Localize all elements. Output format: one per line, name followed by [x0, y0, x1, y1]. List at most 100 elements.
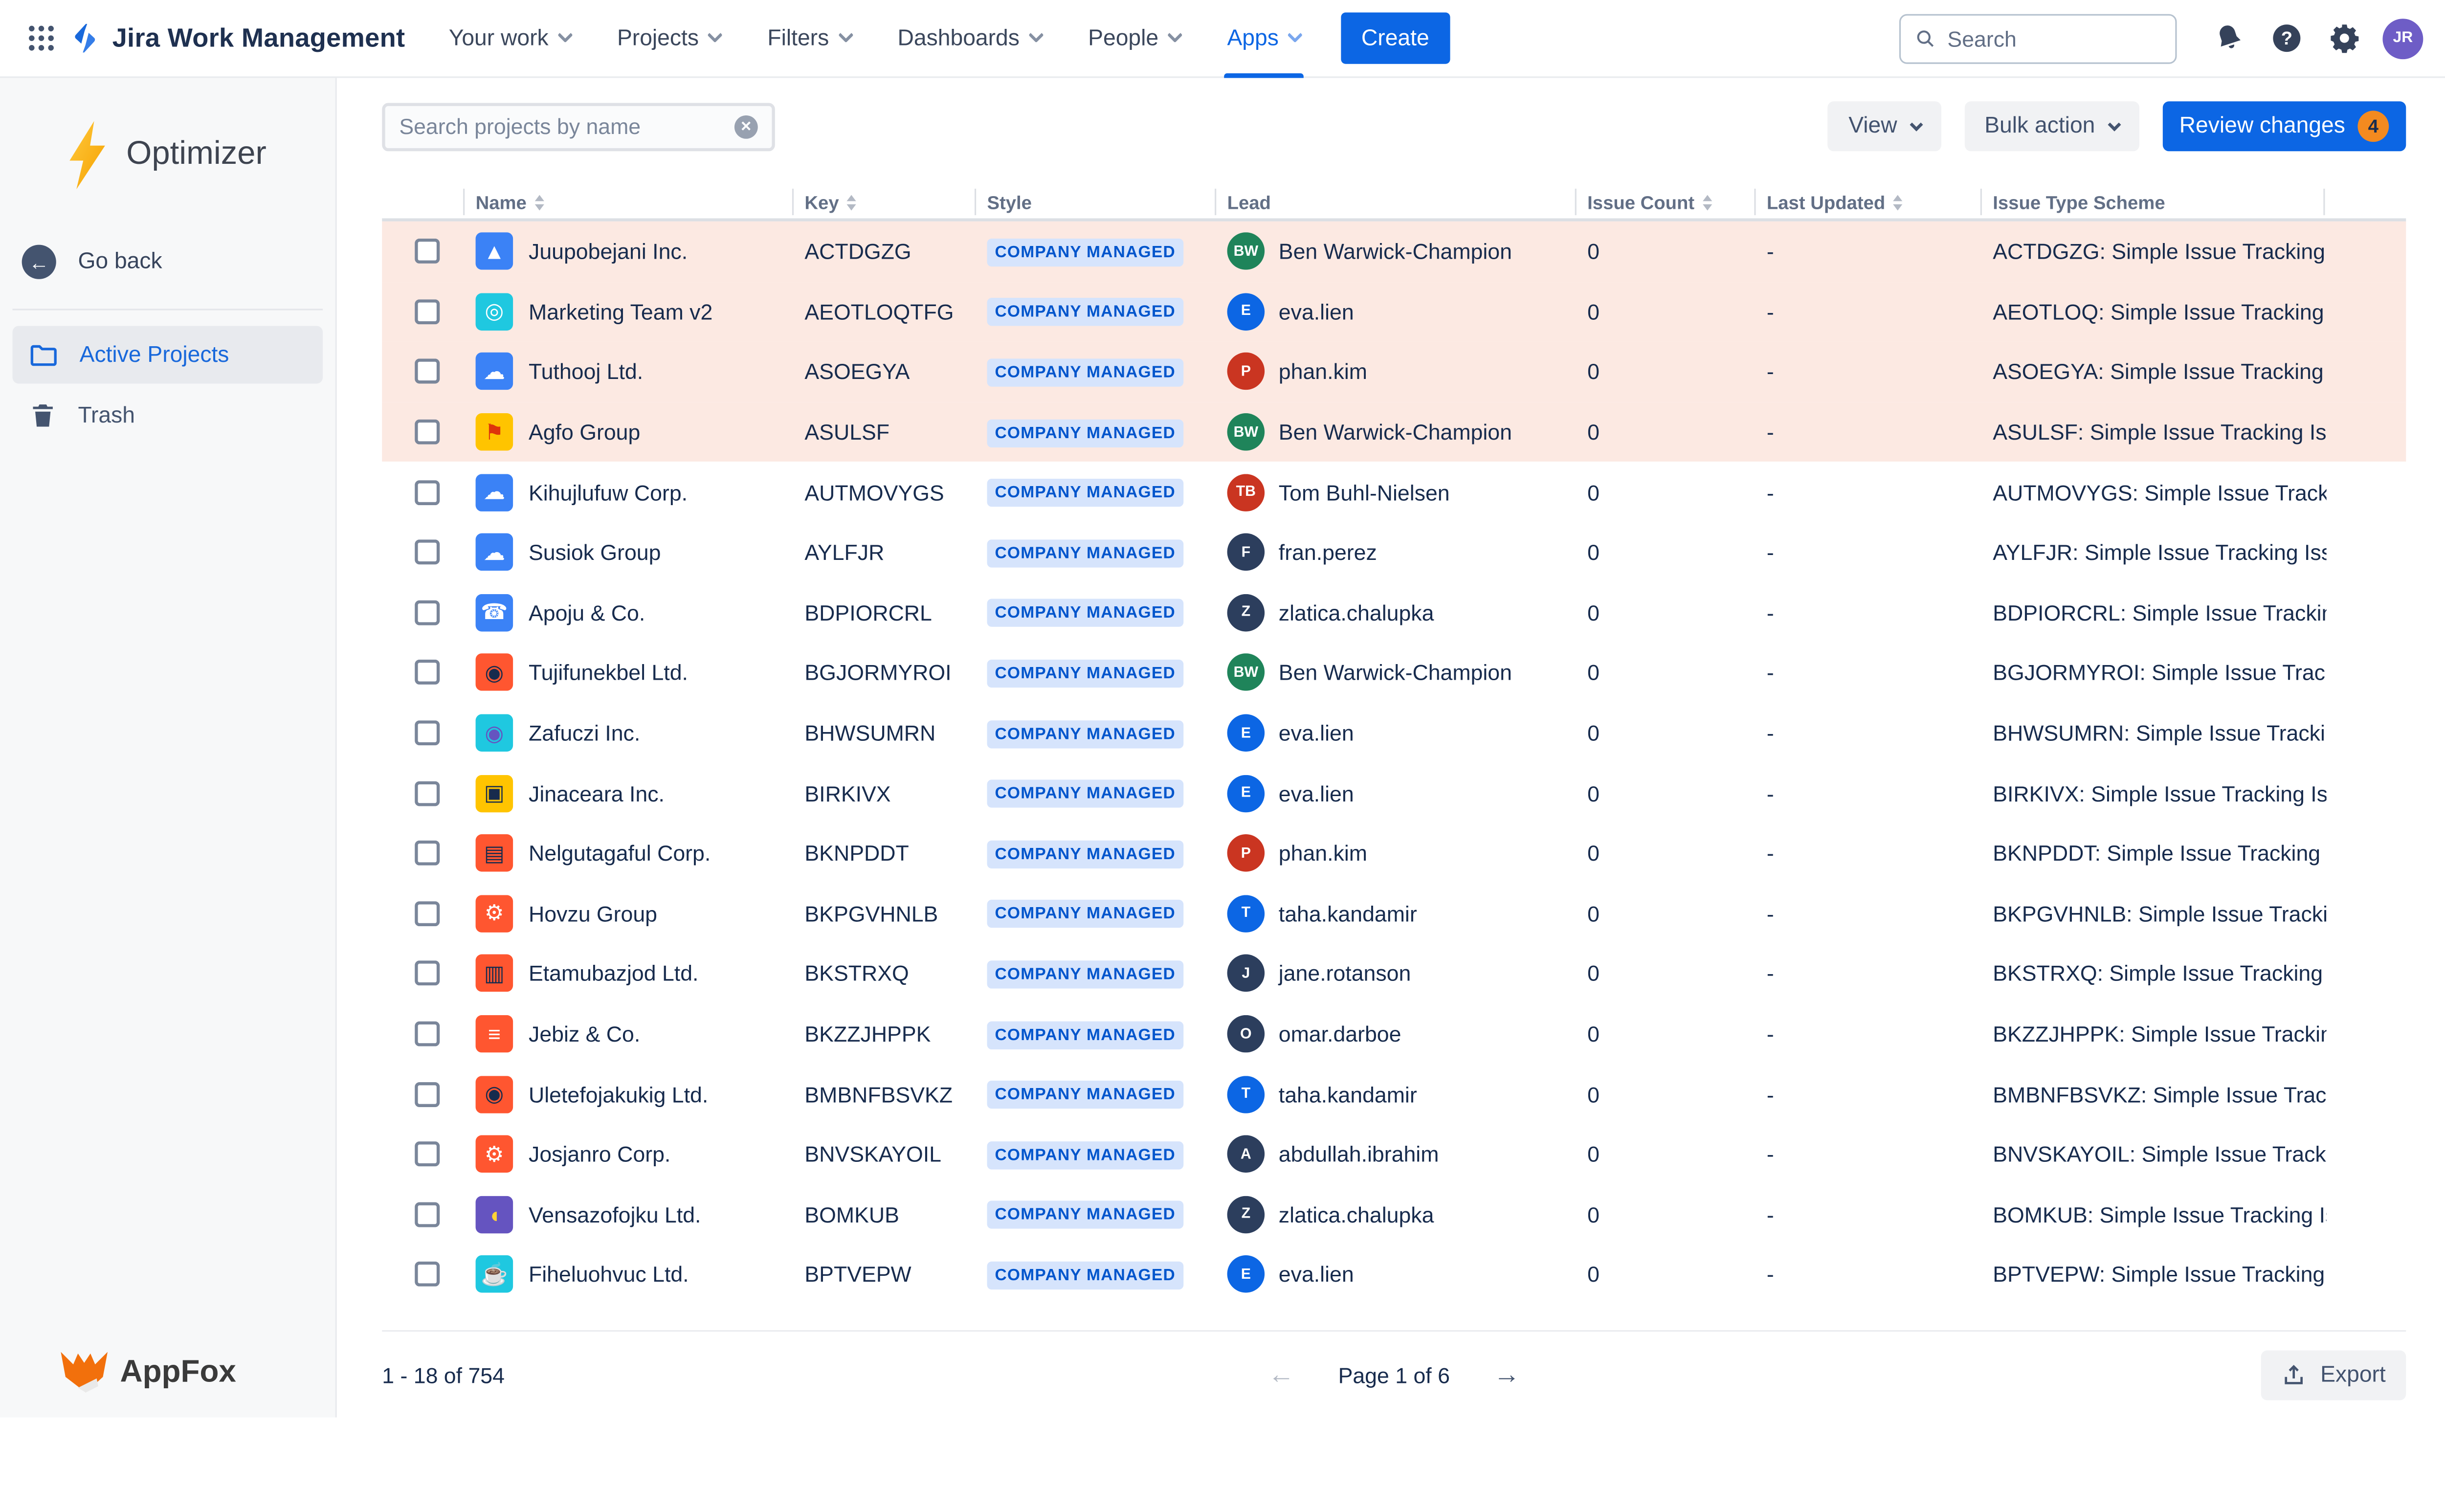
issue-count: 0	[1575, 540, 1755, 565]
table-row[interactable]: ☕ Fiheluohvuc Ltd. BPTVEPW COMPANY MANAG…	[382, 1245, 2406, 1305]
column-header-key[interactable]: Key	[792, 189, 975, 215]
column-header-issue-count[interactable]: Issue Count	[1575, 189, 1755, 215]
sidebar-divider	[13, 309, 323, 310]
project-name: Tuthooj Ltd.	[529, 359, 643, 384]
search-icon	[1915, 26, 1936, 51]
jira-logo[interactable]: Jira Work Management	[68, 22, 405, 55]
table-row[interactable]: ◎ Marketing Team v2 AEOTLOQTFG COMPANY M…	[382, 282, 2406, 342]
sidebar-item-trash[interactable]: Trash	[13, 387, 323, 445]
project-name: Susiok Group	[529, 540, 661, 565]
nav-item-apps[interactable]: Apps	[1227, 0, 1300, 77]
project-search[interactable]: ✕	[382, 102, 775, 151]
review-changes-button[interactable]: Review changes 4	[2162, 101, 2406, 151]
global-search[interactable]	[1899, 13, 2177, 63]
nav-item-projects[interactable]: Projects	[617, 0, 721, 77]
column-header-last-updated[interactable]: Last Updated	[1754, 189, 1980, 215]
toolbar: ✕ View Bulk action Review changes 4	[382, 101, 2406, 151]
nav-item-filters[interactable]: Filters	[767, 0, 851, 77]
table-row[interactable]: ☁ Susiok Group AYLFJR COMPANY MANAGED F …	[382, 522, 2406, 582]
nav-item-your-work[interactable]: Your work	[449, 0, 571, 77]
row-checkbox[interactable]	[415, 299, 440, 324]
last-updated: -	[1754, 1202, 1980, 1227]
row-checkbox[interactable]	[415, 1202, 440, 1227]
row-checkbox[interactable]	[415, 1022, 440, 1046]
column-header-name[interactable]: Name	[463, 189, 792, 215]
prev-page-arrow-icon[interactable]: ←	[1268, 1359, 1294, 1391]
row-checkbox[interactable]	[415, 841, 440, 866]
last-updated: -	[1754, 239, 1980, 264]
help-icon[interactable]: ?	[2261, 13, 2311, 63]
table-row[interactable]: ◉ Tujifunekbel Ltd. BGJORMYROI COMPANY M…	[382, 643, 2406, 703]
row-checkbox[interactable]	[415, 660, 440, 685]
table-row[interactable]: ◉ Zafuczi Inc. BHWSUMRN COMPANY MANAGED …	[382, 703, 2406, 763]
bulk-action-dropdown[interactable]: Bulk action	[1964, 101, 2139, 151]
row-checkbox[interactable]	[415, 780, 440, 805]
lead-avatar: Z	[1227, 594, 1265, 631]
project-name: Kihujlufuw Corp.	[529, 480, 688, 505]
row-checkbox[interactable]	[415, 1262, 440, 1287]
row-checkbox[interactable]	[415, 720, 440, 745]
select-all-column	[382, 189, 463, 215]
create-button[interactable]: Create	[1341, 13, 1449, 64]
table-row[interactable]: ☁ Kihujlufuw Corp. AUTMOVYGS COMPANY MAN…	[382, 462, 2406, 522]
lead-avatar: F	[1227, 534, 1265, 571]
app-window: Jira Work Management Your work Projects Fi…	[0, 0, 2445, 1418]
vinyl-icon: ◉	[476, 654, 513, 692]
issue-type-scheme: BHWSUMRN: Simple Issue Trackin…	[1980, 720, 2327, 745]
project-search-input[interactable]	[399, 114, 734, 139]
issue-type-scheme: BGJORMYROI: Simple Issue Tracki…	[1980, 660, 2327, 685]
nav-item-people[interactable]: People	[1088, 0, 1180, 77]
row-checkbox[interactable]	[415, 961, 440, 986]
row-checkbox[interactable]	[415, 1142, 440, 1167]
table-row[interactable]: ☁ Tuthooj Ltd. ASOEGYA COMPANY MANAGED P…	[382, 342, 2406, 402]
table-row[interactable]: ▲ Juupobejani Inc. ACTDGZG COMPANY MANAG…	[382, 222, 2406, 282]
fox-icon	[56, 1349, 109, 1396]
table-row[interactable]: ▣ Jinaceara Inc. BIRKIVX COMPANY MANAGED…	[382, 763, 2406, 823]
clear-search-icon[interactable]: ✕	[734, 114, 758, 138]
row-checkbox[interactable]	[415, 901, 440, 926]
column-header-lead: Lead	[1215, 189, 1575, 215]
row-checkbox[interactable]	[415, 540, 440, 565]
last-updated: -	[1754, 299, 1980, 324]
project-key: BIRKIVX	[792, 780, 975, 805]
table-row[interactable]: ◉ Uletefojakukig Ltd. BMBNFBSVKZ COMPANY…	[382, 1064, 2406, 1124]
style-badge: COMPANY MANAGED	[987, 1261, 1183, 1289]
app-switcher-icon[interactable]	[16, 13, 66, 63]
table-row[interactable]: ≡ Jebiz & Co. BKZZJHPPK COMPANY MANAGED …	[382, 1004, 2406, 1064]
last-updated: -	[1754, 780, 1980, 805]
user-avatar[interactable]: JR	[2382, 18, 2423, 59]
table-row[interactable]: ⚙ Josjanro Corp. BNVSKAYOIL COMPANY MANA…	[382, 1124, 2406, 1184]
last-updated: -	[1754, 1142, 1980, 1167]
table-row[interactable]: ⚙ Hovzu Group BKPGVHNLB COMPANY MANAGED …	[382, 884, 2406, 944]
settings-gear-icon[interactable]	[2319, 13, 2369, 63]
global-search-input[interactable]	[1947, 26, 2161, 51]
row-checkbox[interactable]	[415, 359, 440, 384]
chevron-down-icon	[708, 26, 723, 42]
last-updated: -	[1754, 841, 1980, 866]
next-page-arrow-icon[interactable]: →	[1493, 1359, 1520, 1391]
row-checkbox[interactable]	[415, 1082, 440, 1107]
go-back-button[interactable]: ← Go back	[13, 237, 323, 287]
table-header: NameKeyStyleLeadIssue CountLast UpdatedI…	[382, 185, 2406, 221]
table-row[interactable]: ☎ Apoju & Co. BDPIORCRL COMPANY MANAGED …	[382, 582, 2406, 643]
row-checkbox[interactable]	[415, 420, 440, 445]
style-badge: COMPANY MANAGED	[987, 780, 1183, 808]
lead-name: Ben Warwick-Champion	[1279, 660, 1512, 685]
row-checkbox[interactable]	[415, 239, 440, 264]
issue-count: 0	[1575, 1082, 1755, 1107]
row-checkbox[interactable]	[415, 480, 440, 505]
export-button[interactable]: Export	[2261, 1350, 2406, 1400]
sidebar-item-active-projects[interactable]: Active Projects	[13, 326, 323, 383]
project-key: BDPIORCRL	[792, 600, 975, 625]
table-row[interactable]: ▥ Etamubazjod Ltd. BKSTRXQ COMPANY MANAG…	[382, 944, 2406, 1004]
nav-item-dashboards[interactable]: Dashboards	[898, 0, 1042, 77]
notifications-bell-icon[interactable]	[2203, 13, 2253, 63]
row-checkbox[interactable]	[415, 600, 440, 625]
project-key: ASOEGYA	[792, 359, 975, 384]
table-row[interactable]: ⚑ Agfo Group ASULSF COMPANY MANAGED BW B…	[382, 402, 2406, 462]
review-changes-badge: 4	[2357, 111, 2389, 142]
view-dropdown[interactable]: View	[1828, 101, 1941, 151]
issue-type-scheme: BKZZJHPPK: Simple Issue Trackin…	[1980, 1022, 2327, 1046]
table-row[interactable]: ▤ Nelgutagaful Corp. BKNPDDT COMPANY MAN…	[382, 823, 2406, 883]
table-row[interactable]: ◖ Vensazofojku Ltd. BOMKUB COMPANY MANAG…	[382, 1184, 2406, 1245]
